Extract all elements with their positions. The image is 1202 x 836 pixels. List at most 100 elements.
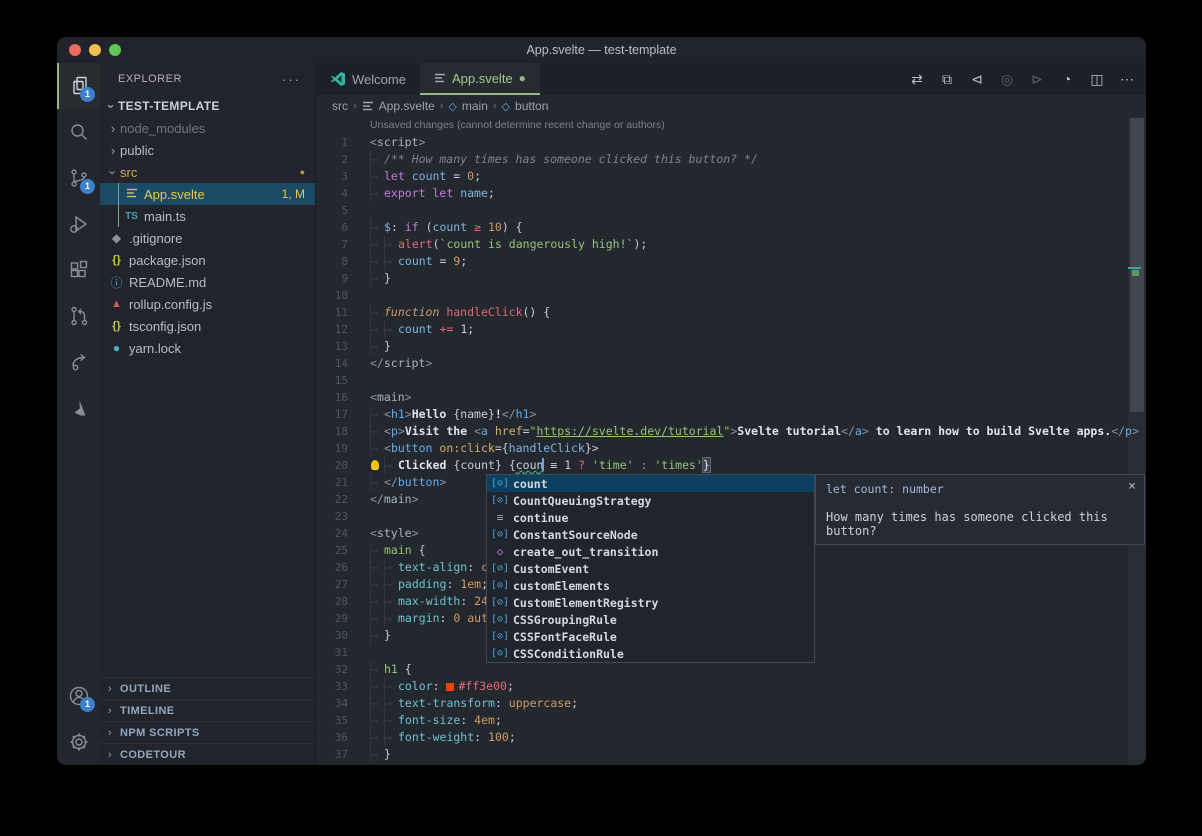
file-App.svelte[interactable]: App.svelte1, M <box>100 183 315 205</box>
suggestion-create_out_transition[interactable]: ◇create_out_transition <box>487 543 814 560</box>
line-number: 15 <box>316 372 348 389</box>
code-line-32[interactable]: 32→h1 { <box>316 661 1128 678</box>
suggestion-label: continue <box>513 511 568 525</box>
code-line-19[interactable]: 19→<button on:click={handleClick}> <box>316 440 1128 457</box>
suggestion-customElements[interactable]: [⊘]customElements <box>487 577 814 594</box>
section-outline[interactable]: ›OUTLINE <box>100 677 315 699</box>
breadcrumb-item-main[interactable]: main <box>462 99 488 113</box>
symbol-variable-icon: [⊘] <box>487 580 513 591</box>
code-line-3[interactable]: 3→let count = 0; <box>316 168 1128 185</box>
code-line-1[interactable]: 1<script> <box>316 134 1128 151</box>
codelens-unsaved-changes[interactable]: Unsaved changes (cannot determine recent… <box>370 117 665 134</box>
file-tsconfig.json[interactable]: {}tsconfig.json <box>100 315 315 337</box>
breadcrumb[interactable]: src›App.svelte›◇main›◇button <box>316 95 1146 117</box>
previous-change-icon[interactable]: ⊲ <box>964 67 990 91</box>
editor-scrollbar[interactable] <box>1128 117 1146 765</box>
code-line-15[interactable]: 15 <box>316 372 1128 389</box>
suggestion-ConstantSourceNode[interactable]: [⊘]ConstantSourceNode <box>487 526 814 543</box>
tab-welcome[interactable]: Welcome <box>316 63 420 95</box>
code-line-17[interactable]: 17→<h1>Hello {name}!</h1> <box>316 406 1128 423</box>
file-main.ts[interactable]: TSmain.ts <box>100 205 315 227</box>
code-line-33[interactable]: 33→→color: #ff3e00; <box>316 678 1128 695</box>
suggestion-label: CSSFontFaceRule <box>513 630 617 644</box>
code-line-8[interactable]: 8→→count = 9; <box>316 253 1128 270</box>
line-number: 32 <box>316 661 348 678</box>
chevron-right-icon: › <box>100 705 120 717</box>
scrollbar-thumb[interactable] <box>1130 118 1144 412</box>
folder-public[interactable]: ›public <box>100 139 315 161</box>
section-npm-scripts[interactable]: ›NPM SCRIPTS <box>100 721 315 743</box>
suggestion-CountQueuingStrategy[interactable]: [⊘]CountQueuingStrategy <box>487 492 814 509</box>
breadcrumb-item-app-svelte[interactable]: App.svelte <box>379 99 435 113</box>
folder-src[interactable]: ›src● <box>100 161 315 183</box>
code-line-16[interactable]: 16<main> <box>316 389 1128 406</box>
code-line-13[interactable]: 13→} <box>316 338 1128 355</box>
open-changes-icon[interactable]: ⧉ <box>934 67 960 91</box>
code-line-5[interactable]: 5 <box>316 202 1128 219</box>
suggestion-continue[interactable]: ≡continue <box>487 509 814 526</box>
activity-live-share-icon[interactable] <box>57 339 100 385</box>
file-package.json[interactable]: {}package.json <box>100 249 315 271</box>
file-.gitignore[interactable]: ◆.gitignore <box>100 227 315 249</box>
compare-changes-icon[interactable]: ⇄ <box>904 67 930 91</box>
suggestion-CSSConditionRule[interactable]: [⊘]CSSConditionRule <box>487 645 814 662</box>
activity-run-debug-icon[interactable] <box>57 201 100 247</box>
explorer-more-actions-icon[interactable]: ··· <box>282 72 301 87</box>
split-editor-icon[interactable]: ◫ <box>1084 67 1110 91</box>
code-line-11[interactable]: 11→function handleClick() { <box>316 304 1128 321</box>
suggestion-CSSGroupingRule[interactable]: [⊘]CSSGroupingRule <box>487 611 814 628</box>
file-rollup.config.js[interactable]: ▲rollup.config.js <box>100 293 315 315</box>
code-line-36[interactable]: 36→→font-weight: 100; <box>316 729 1128 746</box>
activity-explorer-icon[interactable]: 1 <box>57 63 100 109</box>
line-number: 31 <box>316 644 348 661</box>
more-actions-icon[interactable]: ⋯ <box>1114 67 1140 91</box>
activity-accounts-icon[interactable]: 1 <box>57 673 100 719</box>
code-line-7[interactable]: 7→→alert(`count is dangerously high!`); <box>316 236 1128 253</box>
code-line-9[interactable]: 9→} <box>316 270 1128 287</box>
code-line-6[interactable]: 6→$: if (count ≥ 10) { <box>316 219 1128 236</box>
code-line-37[interactable]: 37→} <box>316 746 1128 763</box>
unsaved-dot-icon[interactable]: ● <box>519 71 526 85</box>
explorer-root-folder[interactable]: ›TEST-TEMPLATE <box>100 95 315 117</box>
section-label: NPM SCRIPTS <box>120 727 200 739</box>
accounts-badge: 1 <box>80 697 95 712</box>
section-timeline[interactable]: ›TIMELINE <box>100 699 315 721</box>
activity-settings-icon[interactable] <box>57 719 100 765</box>
code-line-2[interactable]: 2→/** How many times has someone clicked… <box>316 151 1128 168</box>
activity-extensions-icon[interactable] <box>57 247 100 293</box>
suggestion-CustomElementRegistry[interactable]: [⊘]CustomElementRegistry <box>487 594 814 611</box>
code-line-18[interactable]: 18→<p>Visit the <a href="https://svelte.… <box>316 423 1128 440</box>
breadcrumb-item-src[interactable]: src <box>332 99 348 113</box>
code-line-10[interactable]: 10 <box>316 287 1128 304</box>
suggestion-CustomEvent[interactable]: [⊘]CustomEvent <box>487 560 814 577</box>
code-line-4[interactable]: 4→export let name; <box>316 185 1128 202</box>
code-editor[interactable]: [⊘]count[⊘]CountQueuingStrategy≡continue… <box>316 117 1146 765</box>
line-number: 16 <box>316 389 348 406</box>
file-lines-icon <box>362 100 374 112</box>
code-line-14[interactable]: 14</script> <box>316 355 1128 372</box>
tab-app-svelte[interactable]: App.svelte● <box>420 63 540 95</box>
activity-azure-icon[interactable] <box>57 385 100 431</box>
suggestion-count[interactable]: [⊘]count <box>487 475 814 492</box>
code-line-34[interactable]: 34→→text-transform: uppercase; <box>316 695 1128 712</box>
line-number: 8 <box>316 253 348 270</box>
section-codetour[interactable]: ›CODETOUR <box>100 743 315 765</box>
lightbulb-icon[interactable] <box>371 460 379 470</box>
file-yarn.lock[interactable]: ●yarn.lock <box>100 337 315 359</box>
activity-github-pr-icon[interactable] <box>57 293 100 339</box>
activity-source-control-icon[interactable]: 1 <box>57 155 100 201</box>
timeline-icon[interactable]: ◔ <box>1054 67 1080 91</box>
code-line-35[interactable]: 35→→font-size: 4em; <box>316 712 1128 729</box>
breadcrumb-item-button[interactable]: button <box>515 99 548 113</box>
color-swatch[interactable] <box>446 683 454 691</box>
code-line-12[interactable]: 12→→count += 1; <box>316 321 1128 338</box>
activity-search-icon[interactable] <box>57 109 100 155</box>
title-bar[interactable]: App.svelte — test-template <box>57 37 1146 63</box>
file-name: rollup.config.js <box>129 297 315 312</box>
close-icon[interactable]: × <box>1128 479 1136 494</box>
folder-node_modules[interactable]: ›node_modules <box>100 117 315 139</box>
file-README.md[interactable]: ⓘREADME.md <box>100 271 315 293</box>
code-line-20[interactable]: 20→Clicked {count} {coun ≡ 1 ? 'time' : … <box>316 457 1128 474</box>
suggestion-CSSFontFaceRule[interactable]: [⊘]CSSFontFaceRule <box>487 628 814 645</box>
file-type-icon <box>123 187 140 202</box>
